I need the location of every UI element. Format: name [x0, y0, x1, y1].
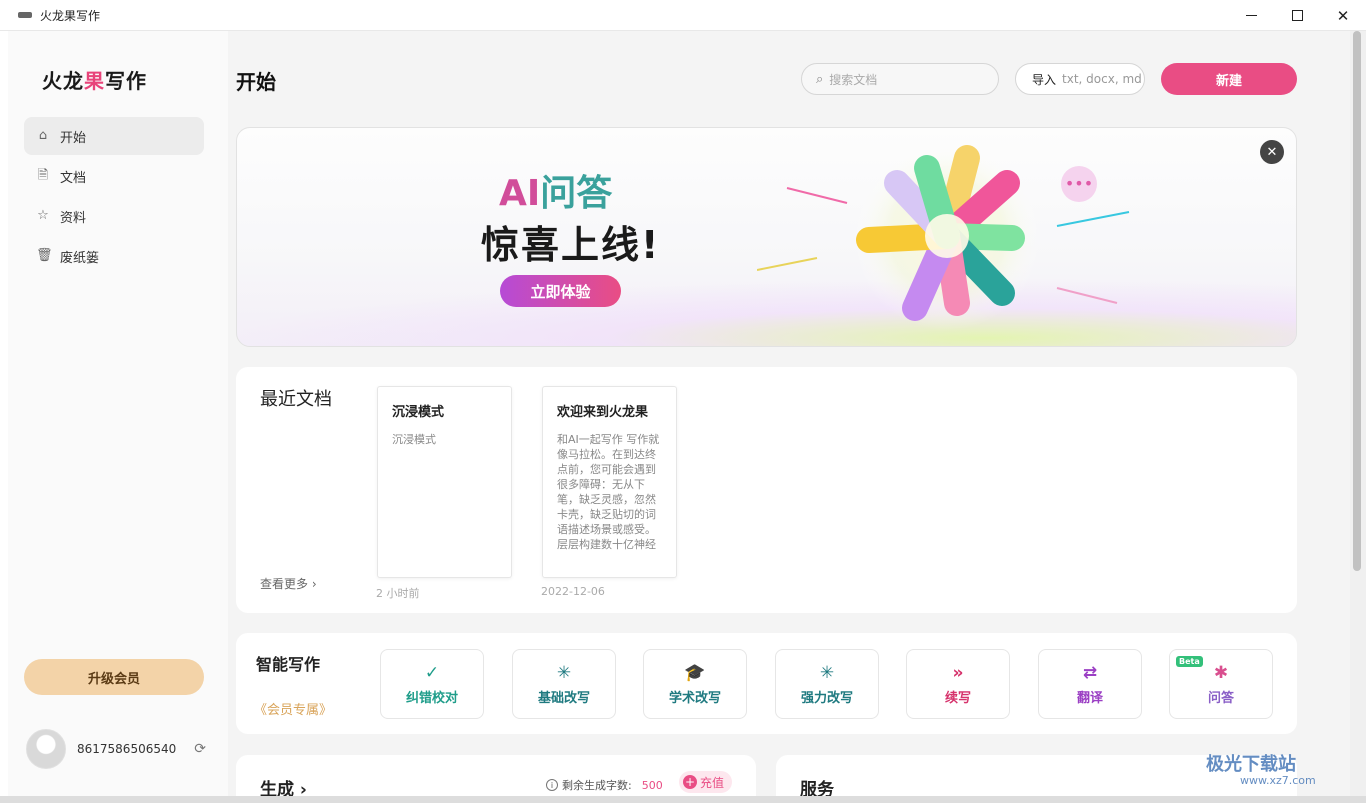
home-icon: ⌂ — [38, 128, 48, 143]
document-card[interactable]: 欢迎来到火龙果 和AI一起写作 写作就像马拉松。在到达终点前，您可能会遇到很多障… — [542, 386, 677, 578]
document-preview: 沉浸模式 — [392, 433, 436, 446]
main-content: 开始 ⌕ 搜索文档 导入 txt, docx, md 新建 AI问答 惊喜上线!… — [228, 31, 1350, 803]
try-now-button[interactable]: 立即体验 — [500, 275, 621, 307]
tool-label: 翻译 — [1076, 690, 1103, 706]
import-button[interactable]: 导入 txt, docx, md — [1015, 63, 1145, 95]
tool-proofread[interactable]: ✓ 纠错校对 — [380, 649, 484, 719]
sidebar-item-label: 资料 — [60, 210, 87, 226]
close-window-button[interactable]: ✕ — [1320, 0, 1366, 31]
tool-label: 基础改写 — [537, 690, 590, 706]
import-label: 导入 — [1032, 72, 1057, 87]
sidebar-item-label: 文档 — [60, 170, 87, 186]
user-profile[interactable]: 8617586506540 ⟳ — [26, 729, 206, 769]
upgrade-member-button[interactable]: 升级会员 — [24, 659, 204, 695]
document-title: 沉浸模式 — [392, 405, 445, 420]
graduation-cap-icon: 🎓 — [684, 662, 706, 683]
title-bar: 火龙果写作 ✕ — [0, 0, 1366, 31]
user-phone: 8617586506540 — [77, 742, 177, 756]
recent-documents-card: 最近文档 查看更多 › 沉浸模式 沉浸模式 2 小时前 欢迎来到火龙果 和AI一… — [236, 367, 1297, 613]
sidebar-item-documents[interactable]: 🗎 文档 — [24, 157, 204, 195]
search-placeholder: 搜索文档 — [829, 72, 878, 87]
remaining-words: i 剩余生成字数: 500 — [546, 777, 663, 793]
document-date: 2022-12-06 — [541, 585, 605, 598]
info-icon: i — [546, 779, 558, 791]
watermark: 极光下载站 www.xz7.com — [1206, 754, 1316, 787]
close-icon: ✕ — [1336, 6, 1350, 25]
star-icon: ☆ — [37, 208, 49, 223]
import-formats: txt, docx, md — [1062, 72, 1142, 86]
page-title: 开始 — [236, 70, 276, 94]
app-icon — [18, 12, 32, 18]
sidebar-item-label: 废纸篓 — [60, 250, 100, 266]
check-icon: ✓ — [424, 662, 440, 683]
sidebar-item-trash[interactable]: 🗑 废纸篓 — [24, 237, 204, 275]
tool-label: 强力改写 — [800, 690, 853, 706]
sync-icon[interactable]: ⟳ — [194, 741, 206, 757]
avatar[interactable] — [26, 729, 66, 769]
remaining-count: 500 — [641, 778, 663, 792]
close-icon: ✕ — [1266, 144, 1278, 160]
maximize-icon — [1291, 10, 1303, 21]
banner-close-button[interactable]: ✕ — [1260, 140, 1284, 164]
banner-headline: AI问答 — [499, 173, 613, 214]
beta-badge: Beta — [1176, 656, 1203, 667]
sparkle-icon: ✳ — [819, 662, 835, 683]
sidebar: 火龙果写作 ⌂ 开始 🗎 文档 ☆ 资料 🗑 废纸篓 升级会员 86175865… — [8, 31, 228, 796]
tool-label: 续写 — [944, 690, 971, 706]
window-controls: ✕ — [1228, 0, 1366, 31]
double-chevron-icon: » — [952, 662, 964, 683]
document-title: 欢迎来到火龙果 — [557, 405, 649, 420]
search-input[interactable]: ⌕ 搜索文档 — [801, 63, 999, 95]
tool-qa[interactable]: Beta ✱ 问答 — [1169, 649, 1273, 719]
ai-qa-illustration: ••• — [757, 141, 1130, 331]
recharge-button[interactable]: + 充值 — [679, 771, 733, 793]
sidebar-item-label: 开始 — [60, 130, 87, 146]
maximize-button[interactable] — [1274, 0, 1320, 31]
app-logo: 火龙果写作 — [42, 69, 147, 93]
tool-label: 问答 — [1207, 690, 1234, 706]
qa-star-icon: ✱ — [1213, 662, 1229, 683]
document-icon: 🗎 — [37, 168, 49, 183]
search-icon: ⌕ — [816, 71, 824, 87]
window-title: 火龙果写作 — [40, 8, 101, 23]
recent-documents-heading: 最近文档 — [260, 389, 332, 410]
plus-icon: + — [683, 775, 697, 789]
new-document-button[interactable]: 新建 — [1161, 63, 1297, 95]
member-only-tag: 《会员专属》 — [254, 703, 333, 718]
trash-icon: 🗑 — [36, 248, 53, 263]
document-card[interactable]: 沉浸模式 沉浸模式 — [377, 386, 512, 578]
tool-continue-writing[interactable]: » 续写 — [906, 649, 1010, 719]
tool-academic-rewrite[interactable]: 🎓 学术改写 — [643, 649, 747, 719]
promo-banner[interactable]: AI问答 惊喜上线! 立即体验 ••• ✕ — [236, 127, 1297, 347]
scrollbar-thumb[interactable] — [1353, 31, 1361, 571]
sidebar-item-start[interactable]: ⌂ 开始 — [24, 117, 204, 155]
view-more-link[interactable]: 查看更多 › — [260, 575, 317, 592]
tool-label: 学术改写 — [668, 690, 721, 706]
bottom-strip — [0, 796, 1366, 803]
svg-text:•••: ••• — [1065, 174, 1093, 193]
smart-writing-card: 智能写作 《会员专属》 ✓ 纠错校对 ✳ 基础改写 🎓 学术改写 ✳ 强力改写 … — [236, 633, 1297, 734]
banner-subheadline: 惊喜上线! — [481, 223, 661, 267]
tool-label: 纠错校对 — [405, 690, 458, 706]
tool-translate[interactable]: ⇄ 翻译 — [1038, 649, 1142, 719]
document-preview: 和AI一起写作 写作就像马拉松。在到达终点前，您可能会遇到很多障碍：无从下笔，缺… — [557, 433, 660, 551]
sparkle-icon: ✳ — [556, 662, 572, 683]
tool-basic-rewrite[interactable]: ✳ 基础改写 — [512, 649, 616, 719]
swap-arrows-icon: ⇄ — [1082, 662, 1098, 683]
sidebar-item-materials[interactable]: ☆ 资料 — [24, 197, 204, 235]
tool-strong-rewrite[interactable]: ✳ 强力改写 — [775, 649, 879, 719]
vertical-scrollbar[interactable] — [1350, 31, 1366, 803]
minimize-button[interactable] — [1228, 0, 1274, 31]
smart-writing-heading: 智能写作 — [256, 655, 321, 674]
minimize-icon — [1245, 15, 1257, 16]
document-date: 2 小时前 — [376, 587, 420, 600]
